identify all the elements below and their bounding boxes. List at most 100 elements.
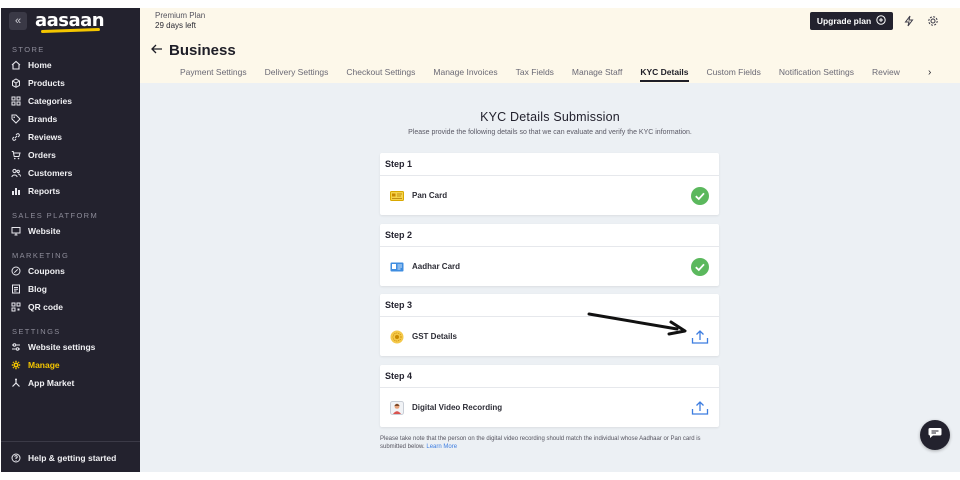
- sidebar-item-reports[interactable]: Reports: [1, 182, 140, 200]
- help-icon: [11, 453, 21, 463]
- tab-manage-invoices[interactable]: Manage Invoices: [433, 67, 497, 82]
- id-card-icon: [390, 261, 404, 273]
- step-card-aadhar: Step 2 Aadhar Card: [380, 224, 719, 286]
- sidebar-item-products[interactable]: Products: [1, 74, 140, 92]
- sidebar-section-marketing: MARKETING: [12, 251, 70, 260]
- tab-review[interactable]: Review: [872, 67, 900, 82]
- app-frame: « aasaan STORE Home Products Categories …: [0, 0, 960, 480]
- users-icon: [11, 168, 21, 178]
- sidebar-item-label: Reviews: [28, 132, 63, 142]
- step-row-aadhar-card[interactable]: Aadhar Card: [380, 247, 719, 286]
- apps-icon: [11, 378, 21, 388]
- bar-chart-icon: [11, 186, 21, 196]
- sidebar-top: « aasaan: [1, 8, 140, 34]
- tab-manage-staff[interactable]: Manage Staff: [572, 67, 622, 82]
- page-header: Business: [151, 41, 236, 59]
- settings-gear-icon[interactable]: [926, 14, 940, 28]
- sidebar-item-manage[interactable]: Manage: [1, 356, 140, 374]
- tab-payment-settings[interactable]: Payment Settings: [180, 67, 247, 82]
- sidebar-item-website-settings[interactable]: Website settings: [1, 338, 140, 356]
- help-label: Help & getting started: [28, 453, 117, 463]
- chevron-right-icon[interactable]: ›: [928, 67, 931, 78]
- upgrade-plan-label: Upgrade plan: [816, 16, 872, 26]
- upgrade-plan-button[interactable]: Upgrade plan: [810, 12, 893, 30]
- sidebar-item-label: Products: [28, 78, 65, 88]
- sidebar-item-orders[interactable]: Orders: [1, 146, 140, 164]
- document-icon: [11, 284, 21, 294]
- chat-button[interactable]: [920, 420, 950, 450]
- sidebar-item-coupons[interactable]: Coupons: [1, 262, 140, 280]
- percent-icon: [11, 266, 21, 276]
- sidebar-item-label: Website: [28, 226, 61, 236]
- tab-tax-fields[interactable]: Tax Fields: [516, 67, 554, 82]
- cart-icon: [11, 150, 21, 160]
- monitor-icon: [11, 226, 21, 236]
- step-heading: Step 4: [380, 365, 719, 388]
- check-circle-icon: [691, 257, 709, 276]
- sidebar-item-qr-code[interactable]: QR code: [1, 298, 140, 316]
- home-icon: [11, 60, 21, 70]
- sidebar-item-categories[interactable]: Categories: [1, 92, 140, 110]
- sidebar: « aasaan STORE Home Products Categories …: [1, 8, 140, 472]
- help-link[interactable]: Help & getting started: [11, 453, 116, 463]
- sidebar-item-label: Customers: [28, 168, 73, 178]
- link-icon: [11, 132, 21, 142]
- tab-delivery-settings[interactable]: Delivery Settings: [265, 67, 329, 82]
- upload-icon[interactable]: [691, 399, 709, 417]
- card-icon: [390, 190, 404, 202]
- tab-checkout-settings[interactable]: Checkout Settings: [346, 67, 415, 82]
- sidebar-item-label: Coupons: [28, 266, 65, 276]
- logo[interactable]: aasaan: [35, 10, 105, 33]
- sidebar-item-label: Orders: [28, 150, 56, 160]
- plan-name: Premium Plan: [155, 11, 206, 20]
- sidebar-item-label: Reports: [28, 186, 61, 196]
- lightning-icon[interactable]: [902, 14, 916, 28]
- sidebar-item-label: Brands: [28, 114, 58, 124]
- gear-icon: [11, 360, 21, 370]
- sidebar-item-home[interactable]: Home: [1, 56, 140, 74]
- doc-label: Digital Video Recording: [412, 403, 503, 412]
- upload-icon[interactable]: [691, 328, 709, 346]
- video-person-icon: [390, 400, 404, 415]
- sidebar-section-store: STORE: [12, 45, 45, 54]
- sidebar-item-customers[interactable]: Customers: [1, 164, 140, 182]
- doc-label: GST Details: [412, 332, 457, 341]
- sidebar-item-label: App Market: [28, 378, 75, 388]
- step-card-pan: Step 1 Pan Card: [380, 153, 719, 215]
- page-title: Business: [169, 41, 236, 59]
- box-icon: [11, 78, 21, 88]
- check-circle-icon: [691, 186, 709, 205]
- sidebar-divider: [1, 441, 140, 442]
- sidebar-section-sales-platform: SALES PLATFORM: [12, 211, 99, 220]
- plan-days-left: 29 days left: [155, 21, 196, 30]
- sidebar-item-blog[interactable]: Blog: [1, 280, 140, 298]
- doc-label: Aadhar Card: [412, 262, 461, 271]
- double-chevron-left-icon[interactable]: «: [9, 12, 27, 30]
- sidebar-item-website[interactable]: Website: [1, 222, 140, 240]
- learn-more-link[interactable]: Learn More: [426, 444, 457, 450]
- sidebar-item-label: Categories: [28, 96, 72, 106]
- step-heading: Step 2: [380, 224, 719, 247]
- plus-circle-icon: [876, 15, 886, 27]
- settings-tabs: Payment Settings Delivery Settings Check…: [180, 67, 918, 82]
- arrow-left-icon[interactable]: [151, 41, 163, 59]
- kyc-title: KYC Details Submission: [480, 110, 620, 124]
- sidebar-item-label: Manage: [28, 360, 60, 370]
- annotation-arrow: [587, 312, 687, 336]
- sidebar-item-brands[interactable]: Brands: [1, 110, 140, 128]
- step-row-pan-card[interactable]: Pan Card: [380, 176, 719, 215]
- tab-notification-settings[interactable]: Notification Settings: [779, 67, 854, 82]
- kyc-note: Please take note that the person on the …: [380, 435, 725, 451]
- step-row-digital-video[interactable]: Digital Video Recording: [380, 388, 719, 427]
- chat-icon: [928, 426, 942, 444]
- tab-custom-fields[interactable]: Custom Fields: [707, 67, 761, 82]
- sidebar-item-label: Website settings: [28, 342, 96, 352]
- doc-label: Pan Card: [412, 191, 448, 200]
- sidebar-item-reviews[interactable]: Reviews: [1, 128, 140, 146]
- tab-kyc-details[interactable]: KYC Details: [640, 67, 689, 82]
- main-content: KYC Details Submission Please provide th…: [140, 83, 960, 472]
- sidebar-item-label: Home: [28, 60, 52, 70]
- grid-icon: [11, 96, 21, 106]
- sidebar-section-settings: SETTINGS: [12, 327, 61, 336]
- sidebar-item-app-market[interactable]: App Market: [1, 374, 140, 392]
